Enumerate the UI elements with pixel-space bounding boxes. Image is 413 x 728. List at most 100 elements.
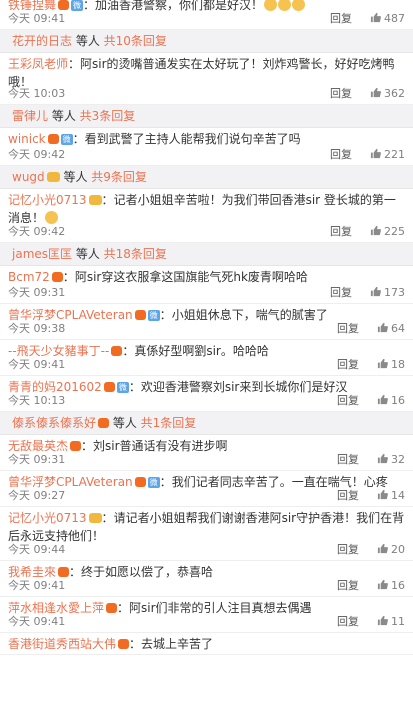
sub-reply-mid-text: 等人 bbox=[48, 109, 80, 123]
sub-replies-bar[interactable]: 傣系傣系傣系好 等人 共1条回复 bbox=[0, 412, 413, 435]
comment-text: 加油香港警察，你们都是好汉！ bbox=[95, 0, 264, 12]
comment-username-link[interactable]: 铁锤捏舞 bbox=[8, 0, 56, 12]
sub-reply-user-link[interactable]: 雷律儿 bbox=[12, 109, 48, 123]
comment-username-link[interactable]: --飛天少女豬事丁-- bbox=[8, 344, 109, 358]
like-thumb-icon[interactable] bbox=[377, 543, 388, 554]
sub-reply-count-link[interactable]: 共3条回复 bbox=[80, 109, 136, 123]
reply-button[interactable]: 回复 bbox=[330, 225, 352, 238]
reply-button[interactable]: 回复 bbox=[337, 358, 359, 371]
like-thumb-icon[interactable] bbox=[370, 87, 381, 98]
like-thumb-icon[interactable] bbox=[370, 225, 381, 236]
reply-button[interactable]: 回复 bbox=[337, 489, 359, 502]
reply-button[interactable]: 回复 bbox=[330, 87, 352, 100]
comment-content: 王彩凤老师：阿sir的烫嘴普通发实在太好玩了！刘炸鸡警长，好好吃烤鸭哦！ bbox=[8, 53, 405, 91]
reply-button[interactable]: 回复 bbox=[337, 453, 359, 466]
verified-tag: 微 bbox=[147, 310, 160, 321]
like-count[interactable]: 362 bbox=[384, 87, 405, 100]
comment-item: Bcm72 ：阿sir穿这衣服拿这国旗能气死hk废青啊哈哈 今天 09:31 回复 17… bbox=[0, 266, 413, 304]
sub-replies-bar[interactable]: wugd 等人 共9条回复 bbox=[0, 166, 413, 189]
like-count[interactable]: 225 bbox=[384, 225, 405, 238]
comment-timestamp: 今天 10:03 bbox=[8, 87, 66, 100]
comment-timestamp: 今天 09:31 bbox=[8, 286, 66, 299]
sub-reply-mid-text: 等人 bbox=[72, 34, 104, 48]
reply-button[interactable]: 回复 bbox=[337, 394, 359, 407]
comment-username-link[interactable]: 我希圭來 bbox=[8, 565, 56, 579]
comment-timestamp: 今天 09:42 bbox=[8, 225, 66, 238]
comment-text: 欢迎香港警察刘sir来到长城你们是好汉 bbox=[140, 380, 348, 394]
comment-username-link[interactable]: 无敌最英杰 bbox=[8, 439, 68, 453]
comment-item: 无敌最英杰 ：刘sir普通话有没有进步啊 今天 09:31 回复 32 bbox=[0, 435, 413, 471]
colon-separator: ： bbox=[62, 270, 75, 284]
member-badge-icon bbox=[88, 513, 102, 523]
comment-timestamp: 今天 09:41 bbox=[8, 12, 66, 25]
comment-text: 阿sir穿这衣服拿这国旗能气死hk废青啊哈哈 bbox=[74, 270, 308, 284]
like-count[interactable]: 18 bbox=[391, 358, 405, 371]
sub-reply-user-link[interactable]: 傣系傣系傣系好 bbox=[12, 416, 96, 430]
comment-username-link[interactable]: 记忆小光0713 bbox=[8, 193, 87, 207]
comment-username-link[interactable]: 香港街道秀西站大伟 bbox=[8, 637, 116, 651]
like-thumb-icon[interactable] bbox=[377, 615, 388, 626]
sub-replies-bar[interactable]: james匡匡 等人 共18条回复 bbox=[0, 243, 413, 266]
like-thumb-icon[interactable] bbox=[370, 12, 381, 23]
comment-actions: 回复 14 bbox=[337, 489, 405, 503]
comment-actions: 回复 225 bbox=[330, 225, 405, 239]
like-thumb-icon[interactable] bbox=[377, 322, 388, 333]
like-thumb-icon[interactable] bbox=[377, 579, 388, 590]
reply-button[interactable]: 回复 bbox=[337, 322, 359, 335]
like-count[interactable]: 16 bbox=[391, 579, 405, 592]
like-count[interactable]: 11 bbox=[391, 615, 405, 628]
reply-button[interactable]: 回复 bbox=[337, 543, 359, 556]
like-thumb-icon[interactable] bbox=[377, 394, 388, 405]
sub-reply-mid-text: 等人 bbox=[72, 247, 104, 261]
sub-reply-user-link[interactable]: james匡匡 bbox=[12, 247, 72, 261]
like-count[interactable]: 16 bbox=[391, 394, 405, 407]
comment-username-link[interactable]: 曾华浮梦CPLAVeteran bbox=[8, 308, 133, 322]
reply-button[interactable]: 回复 bbox=[330, 286, 352, 299]
reply-button[interactable]: 回复 bbox=[330, 12, 352, 25]
sub-reply-count-link[interactable]: 共9条回复 bbox=[91, 170, 147, 184]
like-thumb-icon[interactable] bbox=[377, 453, 388, 464]
member-badge-icon bbox=[103, 382, 115, 392]
sub-reply-count-link[interactable]: 共1条回复 bbox=[141, 416, 197, 430]
sub-reply-count-link[interactable]: 共18条回复 bbox=[104, 247, 167, 261]
sub-reply-user-link[interactable]: 花开的日志 bbox=[12, 34, 72, 48]
comment-content: 我希圭來 ：终于如愿以偿了，恭喜哈 bbox=[8, 561, 405, 581]
comment-actions: 回复 16 bbox=[337, 394, 405, 408]
sub-reply-count-link[interactable]: 共10条回复 bbox=[104, 34, 167, 48]
comment-username-link[interactable]: Bcm72 bbox=[8, 270, 50, 284]
like-count[interactable]: 32 bbox=[391, 453, 405, 466]
sub-reply-user-link[interactable]: wugd bbox=[12, 170, 45, 184]
like-thumb-icon[interactable] bbox=[377, 358, 388, 369]
reply-button[interactable]: 回复 bbox=[337, 579, 359, 592]
like-count[interactable]: 14 bbox=[391, 489, 405, 502]
comment-actions: 回复 221 bbox=[330, 148, 405, 162]
comment-username-link[interactable]: 记忆小光0713 bbox=[8, 511, 87, 525]
like-count[interactable]: 20 bbox=[391, 543, 405, 556]
comment-username-link[interactable]: 曾华浮梦CPLAVeteran bbox=[8, 475, 133, 489]
comment-username-link[interactable]: 青青的妈201602 bbox=[8, 380, 102, 394]
verified-tag: 微 bbox=[147, 477, 160, 488]
sub-replies-bar[interactable]: 雷律儿 等人 共3条回复 bbox=[0, 105, 413, 128]
like-thumb-icon[interactable] bbox=[377, 489, 388, 500]
member-badge-icon bbox=[134, 310, 146, 320]
like-count[interactable]: 487 bbox=[384, 12, 405, 25]
like-count[interactable]: 64 bbox=[391, 322, 405, 335]
like-thumb-icon[interactable] bbox=[370, 148, 381, 159]
comment-username-link[interactable]: winick bbox=[8, 132, 46, 146]
comment-text: 去城上辛苦了 bbox=[141, 637, 214, 651]
colon-separator: ： bbox=[72, 132, 85, 146]
comment-username-link[interactable]: 王彩凤老师 bbox=[8, 57, 68, 71]
comment-actions: 回复 18 bbox=[337, 358, 405, 372]
member-badge-icon bbox=[118, 639, 130, 649]
sub-replies-bar[interactable]: 花开的日志 等人 共10条回复 bbox=[0, 30, 413, 53]
verified-tag: 微 bbox=[116, 382, 129, 393]
reply-button[interactable]: 回复 bbox=[337, 615, 359, 628]
comment-actions: 回复 64 bbox=[337, 322, 405, 336]
comment-text: 阿sir们非常的引人注目真想去偶遇 bbox=[129, 601, 312, 615]
like-count[interactable]: 221 bbox=[384, 148, 405, 161]
like-count[interactable]: 173 bbox=[384, 286, 405, 299]
comment-username-link[interactable]: 萍水相逢水愛上萍 bbox=[8, 601, 104, 615]
like-thumb-icon[interactable] bbox=[370, 286, 381, 297]
reply-button[interactable]: 回复 bbox=[330, 148, 352, 161]
comment-text: 小姐姐休息下，喘气的腻害了 bbox=[171, 308, 328, 322]
